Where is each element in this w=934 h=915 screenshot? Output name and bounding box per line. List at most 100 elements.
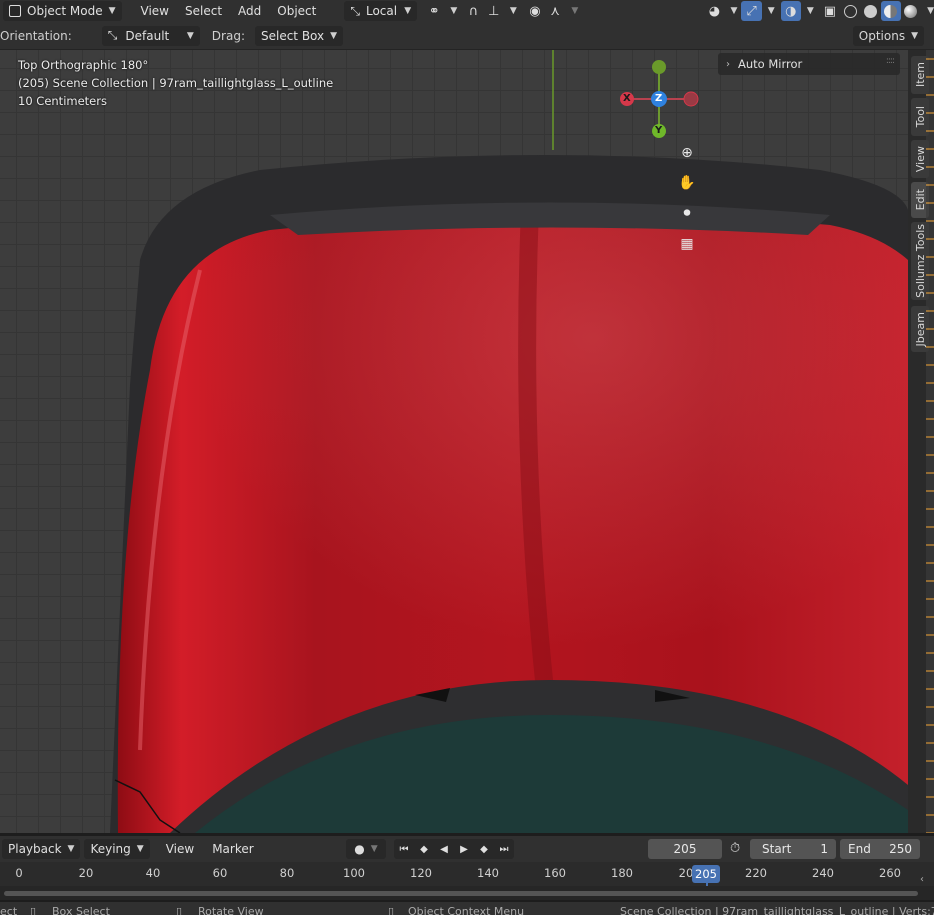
status-rotate-view: Rotate View	[198, 905, 264, 915]
tool-settings-bar: Orientation: ⤡ Default ▼ Drag: Select Bo…	[0, 22, 934, 50]
options-button[interactable]: Options ▼	[852, 26, 924, 46]
keying-menu[interactable]: Keying ▼	[84, 839, 150, 859]
frame-tick: 180	[611, 866, 633, 880]
grid-toggle-icon[interactable]: ▦	[675, 232, 699, 256]
frame-tick: 160	[544, 866, 566, 880]
current-frame-field[interactable]: 205	[648, 839, 722, 859]
chevron-down-icon: ▼	[67, 844, 75, 854]
transform-orientation-dropdown[interactable]: ⤡ Local ▼	[344, 1, 418, 21]
collection-info: (205) Scene Collection | 97ram_taillight…	[18, 76, 334, 90]
gizmo-y-label: Y	[655, 125, 663, 136]
orientation-icon: ⤡	[350, 3, 360, 18]
stopwatch-icon[interactable]: ⏱	[730, 841, 740, 856]
material-shading-icon[interactable]	[880, 1, 901, 21]
proportional-edit-icon[interactable]: ◉	[525, 1, 545, 21]
orientation-label: Orientation:	[0, 28, 72, 43]
pan-hand-icon[interactable]: ✋	[675, 171, 699, 195]
orientation-axis-icon: ⤡	[107, 28, 118, 42]
xray-icon[interactable]: ▣	[820, 1, 840, 21]
mode-label: Object Mode	[27, 4, 103, 18]
frame-tick: 100	[343, 866, 365, 880]
current-frame-value: 205	[673, 842, 697, 856]
orientation-value: Default	[125, 28, 170, 43]
auto-mirror-panel[interactable]: › Auto Mirror ::::	[718, 53, 900, 75]
overlay-toggle-icon[interactable]: ◑	[780, 1, 801, 21]
playhead-frame-label[interactable]: 205	[692, 865, 720, 883]
play-icon[interactable]: ▶	[454, 839, 474, 859]
frame-tick: 80	[279, 866, 295, 880]
tab-label: Edit	[913, 189, 927, 211]
playback-menu[interactable]: Playback ▼	[2, 839, 81, 859]
record-icon: ●	[354, 842, 365, 856]
chevron-down-icon[interactable]: ▼	[510, 6, 517, 16]
auto-keying-toggle[interactable]: ● ▼	[346, 839, 386, 859]
frame-tick: 0	[15, 866, 23, 880]
jump-start-icon[interactable]: ⏮	[394, 839, 414, 859]
object-mode-icon	[9, 5, 21, 17]
end-frame-field[interactable]: End 250	[840, 839, 920, 859]
chevron-down-icon[interactable]: ▼	[571, 6, 578, 16]
chevron-down-icon[interactable]: ▼	[450, 6, 457, 16]
frame-tick: 140	[477, 866, 499, 880]
timeline-ruler[interactable]: 0 20 40 60 80 100 120 140 160 180 20 220…	[0, 862, 934, 897]
rendered-shading-icon[interactable]	[901, 1, 921, 21]
chevron-down-icon: ▼	[370, 844, 378, 854]
start-value: 1	[820, 842, 828, 856]
chevron-down-icon: ▼	[404, 6, 412, 16]
chevron-down-icon[interactable]: ▼	[731, 6, 738, 16]
timeline-header: Playback ▼ Keying ▼ View Marker ● ▼ ⏮ ◆ …	[0, 836, 934, 862]
chevron-down-icon: ▼	[911, 31, 918, 41]
options-label: Options	[858, 29, 906, 43]
chevron-down-icon: ▼	[186, 30, 194, 41]
status-context-menu: Object Context Menu	[408, 905, 525, 915]
tab-label: Item	[913, 62, 927, 88]
gizmo-x-label: X	[623, 93, 631, 104]
wireframe-shading-icon[interactable]	[840, 1, 860, 21]
chevron-down-icon[interactable]: ▼	[807, 6, 814, 16]
timeline-scrollbar[interactable]	[4, 891, 918, 896]
falloff-icon[interactable]: ⋏	[545, 1, 565, 21]
chevron-down-icon: ▼	[330, 30, 338, 41]
frame-tick: 260	[879, 866, 901, 880]
status-bar: ect ▯ Box Select ▯ Rotate View ▯ Object …	[0, 902, 934, 915]
tab-label: View	[913, 145, 927, 173]
3d-viewport[interactable]: Top Orthographic 180° (205) Scene Collec…	[0, 50, 908, 833]
viewport-header: Object Mode ▼ View Select Add Object ⤡ L…	[0, 0, 934, 22]
frame-tick: 240	[812, 866, 834, 880]
grip-icon[interactable]: ::::	[886, 56, 895, 66]
snap-target-icon[interactable]: ⊥	[484, 1, 504, 21]
menu-view[interactable]: View	[133, 4, 177, 18]
status-box-select: Box Select	[52, 905, 110, 915]
mouse-right-icon: ▯	[388, 905, 395, 915]
frame-tick: 120	[410, 866, 432, 880]
menu-add[interactable]: Add	[230, 4, 269, 18]
drag-dropdown[interactable]: Select Box ▼	[254, 25, 344, 46]
mode-dropdown[interactable]: Object Mode ▼	[3, 1, 122, 21]
visibility-icon[interactable]: ◕	[704, 1, 724, 21]
jump-end-icon[interactable]: ⏭	[494, 839, 514, 859]
menu-object[interactable]: Object	[269, 4, 324, 18]
play-reverse-icon[interactable]: ◀	[434, 839, 454, 859]
zoom-icon[interactable]: ⊕	[675, 141, 699, 165]
solid-shading-icon[interactable]	[860, 1, 880, 21]
drag-label: Drag:	[211, 28, 245, 43]
chevron-down-icon: ▼	[136, 844, 144, 854]
pivot-icon[interactable]: ⚭	[424, 1, 444, 21]
mouse-left-icon: ▯	[30, 905, 37, 915]
next-keyframe-icon[interactable]: ◆	[474, 839, 494, 859]
gizmo-toggle-icon[interactable]: ⤢	[741, 1, 762, 21]
chevron-down-icon[interactable]: ▼	[768, 6, 775, 16]
marker-menu[interactable]: Marker	[206, 839, 259, 859]
menu-select[interactable]: Select	[177, 4, 230, 18]
chevron-down-icon[interactable]: ▼	[927, 6, 934, 16]
timeline-view-menu[interactable]: View	[160, 839, 200, 859]
scroll-arrow-icon[interactable]: ‹	[920, 874, 924, 885]
start-frame-field[interactable]: Start 1	[750, 839, 836, 859]
prev-keyframe-icon[interactable]: ◆	[414, 839, 434, 859]
snap-icon[interactable]: ∩	[463, 1, 483, 21]
frame-tick: 20	[78, 866, 94, 880]
orientation-dropdown[interactable]: ⤡ Default ▼	[101, 25, 200, 46]
camera-icon[interactable]: ⏺	[675, 201, 699, 225]
outliner-edge	[926, 50, 934, 833]
car-hood-render	[110, 50, 908, 833]
